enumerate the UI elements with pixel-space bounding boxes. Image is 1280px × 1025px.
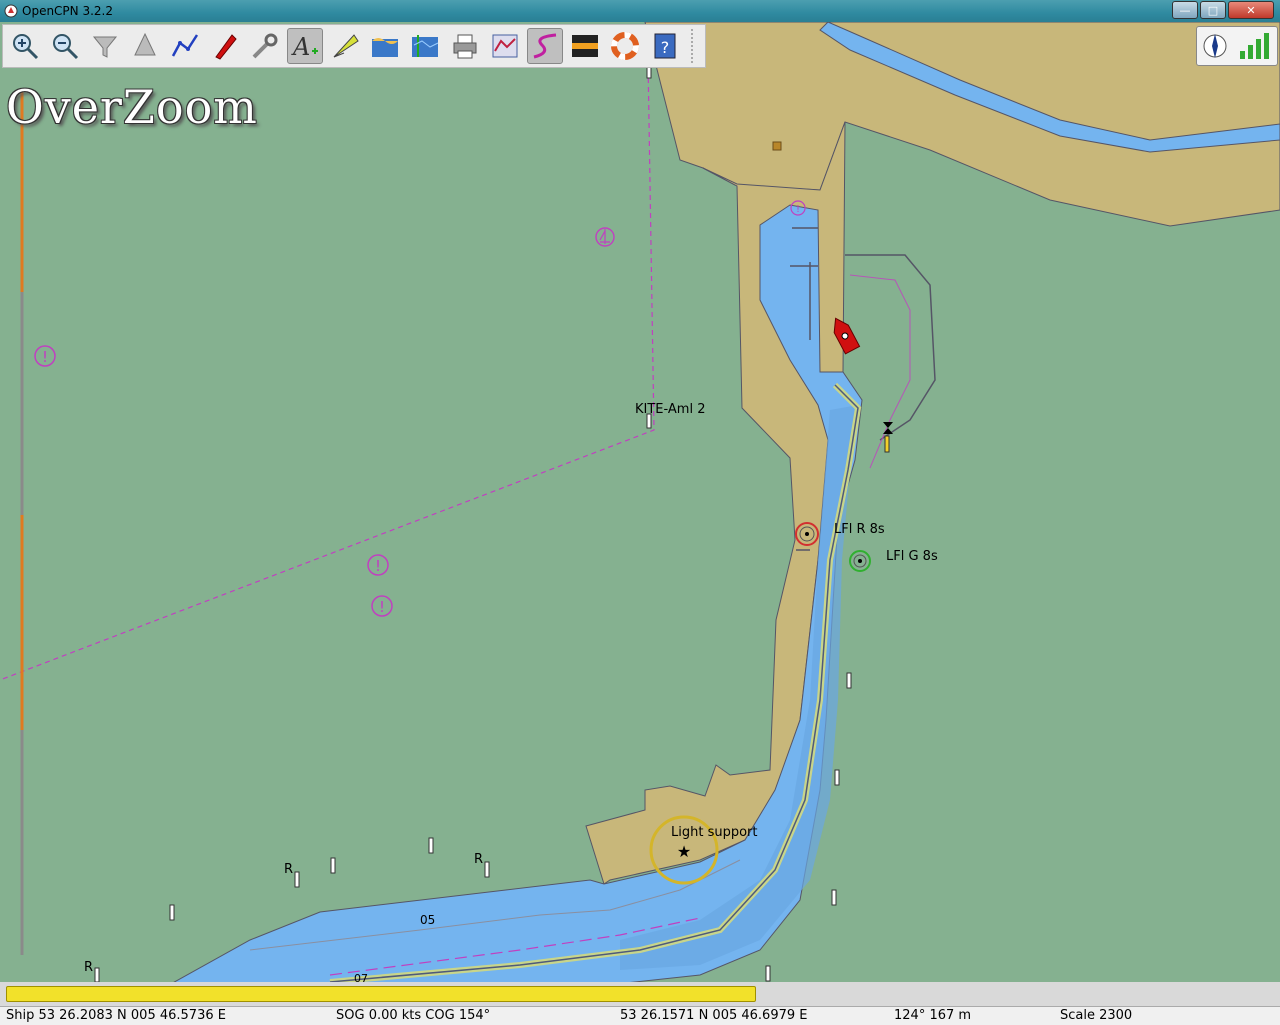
status-sog-cog: SOG 0.00 kts COG 154°: [336, 1008, 491, 1023]
svg-text:?: ?: [661, 38, 670, 57]
compass-icon: [1203, 34, 1227, 58]
maximize-button[interactable]: □: [1200, 1, 1226, 19]
post-icon[interactable]: [330, 857, 336, 874]
help-button[interactable]: ?: [647, 28, 683, 64]
title-bar: OpenCPN 3.2.2 — □ ✕: [0, 0, 1280, 22]
minimize-button[interactable]: —: [1172, 1, 1198, 19]
lifebuoy-icon: [611, 32, 639, 60]
scale-out-button[interactable]: [127, 28, 163, 64]
cardinal-buoy-icon[interactable]: [884, 435, 890, 453]
label-r: R: [474, 852, 484, 867]
svg-text:!: !: [375, 557, 381, 575]
track-button[interactable]: [527, 28, 563, 64]
svg-text:!: !: [42, 348, 48, 366]
status-cursor-position: 53 26.1571 N 005 46.6979 E: [620, 1008, 808, 1023]
status-bearing-distance: 124° 167 m: [894, 1008, 972, 1023]
color-scheme-button[interactable]: [567, 28, 603, 64]
cone-icon: [134, 32, 156, 56]
auto-follow-button[interactable]: [207, 28, 243, 64]
chart-progress: [0, 982, 1280, 1006]
main-toolbar: A ?: [2, 24, 706, 68]
svg-text:A: A: [291, 33, 310, 61]
opencpn-app-icon: [4, 4, 18, 18]
wrench-icon: [252, 33, 278, 59]
compass-widget[interactable]: [1196, 26, 1278, 66]
chart-canvas[interactable]: ! ! ! ! ★: [0, 22, 1280, 982]
tide-button[interactable]: [367, 28, 403, 64]
magnifier-minus-icon: [53, 34, 79, 60]
post-icon[interactable]: [831, 889, 837, 906]
window-title: OpenCPN 3.2.2: [22, 4, 113, 18]
print-button[interactable]: [447, 28, 483, 64]
options-button[interactable]: [247, 28, 283, 64]
route-icon: [171, 34, 199, 57]
track-icon: [533, 33, 557, 59]
label-light-support: Light support: [671, 825, 758, 840]
post-icon[interactable]: [484, 861, 490, 878]
gps-signal-icon: [1240, 33, 1269, 59]
magnifier-plus-icon: [13, 34, 39, 60]
chart-icon: [412, 35, 439, 57]
label-kite: KITE-Aml 2: [635, 402, 706, 417]
sunset-icon: [572, 35, 598, 57]
window-controls: — □ ✕: [1172, 1, 1274, 19]
text-add-icon: A: [291, 33, 318, 61]
scale-in-button[interactable]: [87, 28, 123, 64]
route-manager-icon: [492, 34, 518, 58]
zoom-out-button[interactable]: [47, 28, 83, 64]
status-ship-position: Ship 53 26.2083 N 005 46.5736 E: [6, 1008, 226, 1023]
label-r: R: [84, 960, 94, 975]
status-scale: Scale 2300: [1060, 1008, 1133, 1023]
funnel-icon: [92, 36, 118, 58]
post-icon[interactable]: [834, 769, 840, 786]
status-bar: Ship 53 26.2083 N 005 46.5736 E SOG 0.00…: [0, 1006, 1280, 1025]
progress-fill: [6, 986, 756, 1002]
depth-sounding: 05: [420, 913, 436, 927]
beacon-icon[interactable]: [772, 141, 782, 151]
post-icon[interactable]: [94, 967, 100, 982]
route-manager-button[interactable]: [487, 28, 523, 64]
text-button[interactable]: A: [287, 28, 323, 64]
current-button[interactable]: [327, 28, 363, 64]
help-book-icon: ?: [654, 33, 676, 59]
label-r: R: [284, 862, 294, 877]
overzoom-indicator: OverZoom: [6, 80, 258, 134]
mob-button[interactable]: [607, 28, 643, 64]
svg-text:!: !: [379, 598, 385, 616]
post-icon[interactable]: [765, 965, 771, 982]
post-icon[interactable]: [846, 672, 852, 689]
post-icon[interactable]: [169, 904, 175, 921]
close-button[interactable]: ✕: [1228, 1, 1274, 19]
toolbar-grip[interactable]: [691, 29, 699, 63]
label-lfl-r: LFl R 8s: [834, 522, 885, 537]
current-icon: [333, 34, 359, 58]
zoom-in-button[interactable]: [7, 28, 43, 64]
printer-icon: [453, 34, 477, 59]
post-icon[interactable]: [294, 871, 300, 888]
svg-text:★: ★: [677, 842, 691, 861]
ship-icon: [215, 34, 237, 60]
route-button[interactable]: [167, 28, 203, 64]
tide-icon: [372, 38, 398, 57]
chart-quilt-button[interactable]: [407, 28, 443, 64]
label-lfl-g: LFl G 8s: [886, 549, 938, 564]
svg-text:!: !: [796, 204, 800, 215]
post-icon[interactable]: [428, 837, 434, 854]
